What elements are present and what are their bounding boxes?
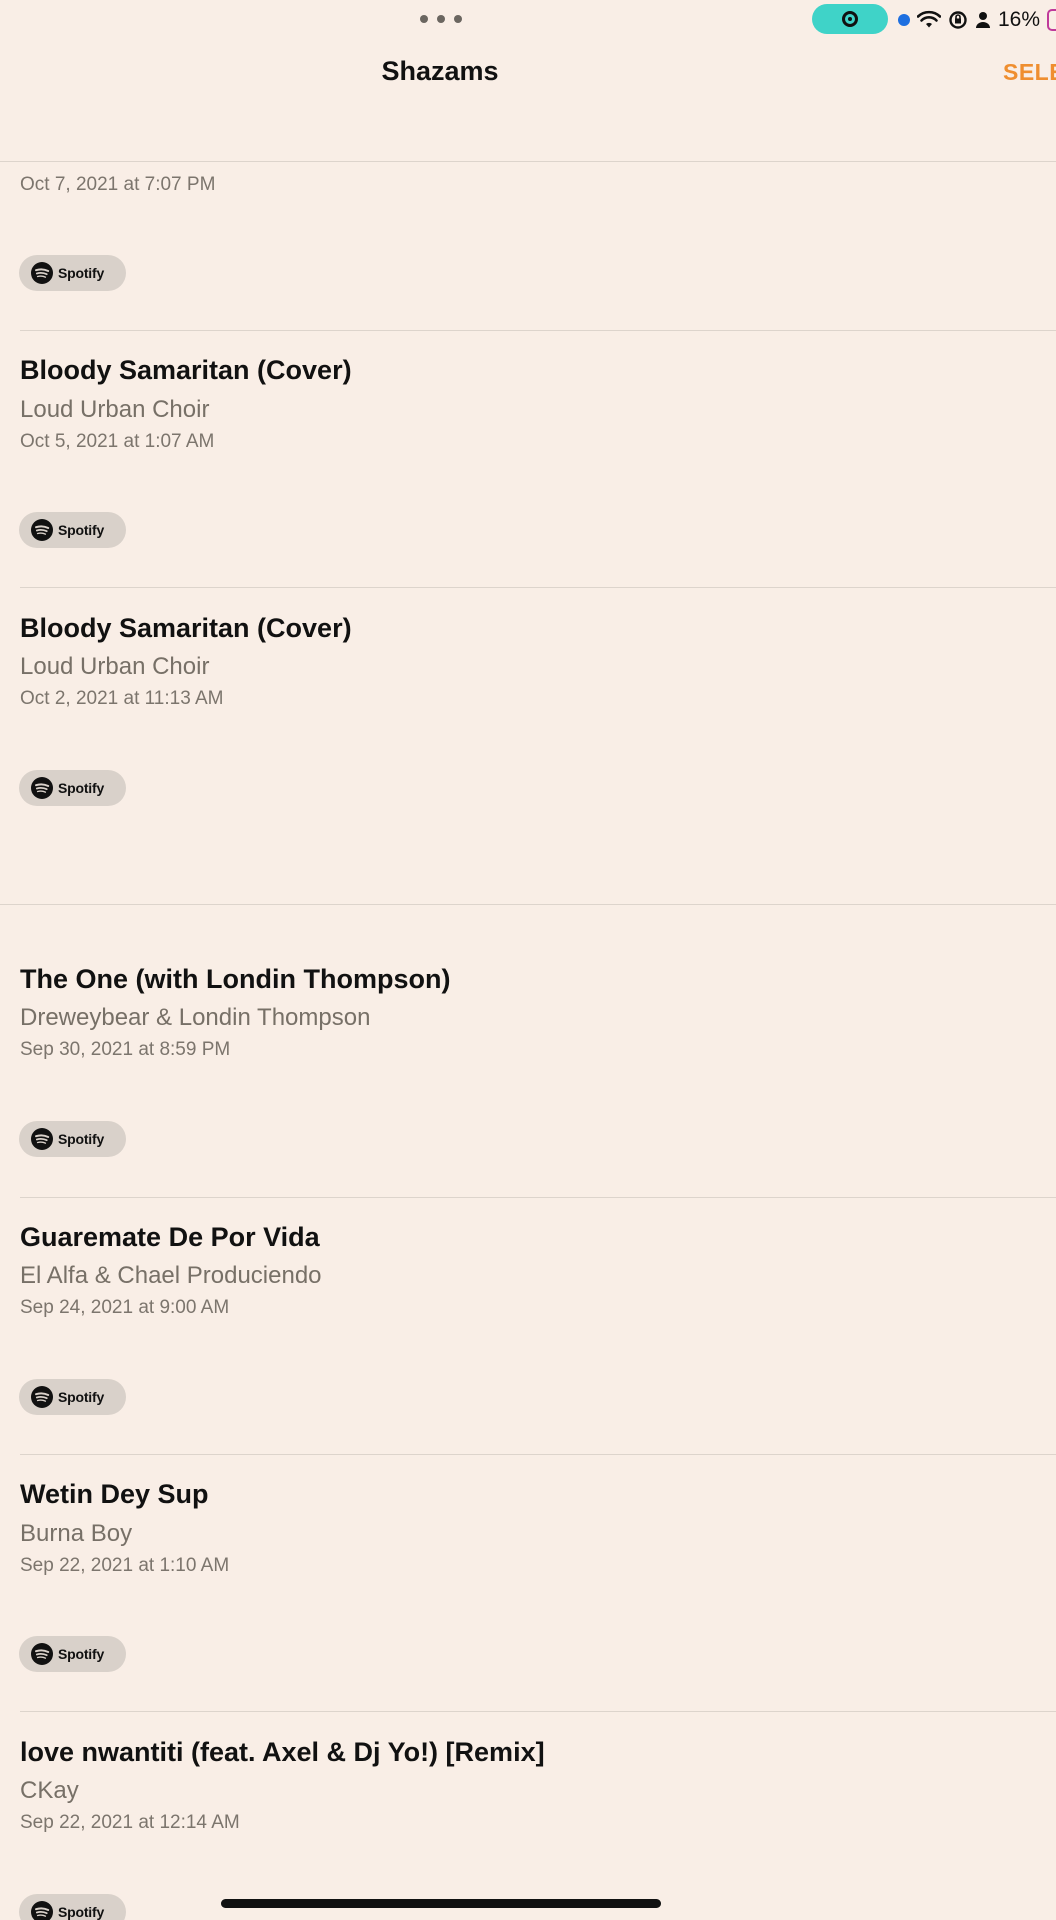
section-divider (0, 904, 1056, 905)
status-bar: 16% (0, 0, 1056, 40)
screen-recording-icon[interactable] (812, 4, 888, 34)
battery-percent: 16% (998, 8, 1041, 31)
battery-icon (1047, 9, 1056, 31)
spotify-label: Spotify (58, 1646, 105, 1662)
track-artist: Loud Urban Choir (20, 653, 210, 680)
wifi-icon (917, 10, 941, 28)
track-artist: Burna Boy (20, 1520, 133, 1547)
spotify-button[interactable]: Spotify (19, 1121, 126, 1157)
track-date: Sep 22, 2021 at 1:10 AM (20, 1555, 230, 1576)
person-icon (976, 12, 990, 28)
spotify-button[interactable]: Spotify (19, 1636, 126, 1672)
spotify-button[interactable]: Spotify (19, 1894, 126, 1920)
spotify-button[interactable]: Spotify (19, 770, 126, 806)
spotify-label: Spotify (58, 780, 105, 796)
track-date: Oct 2, 2021 at 11:13 AM (20, 688, 224, 709)
spotify-icon (31, 1386, 53, 1408)
track-artist: El Alfa & Chael Produciendo (20, 1262, 322, 1289)
spotify-icon (31, 1901, 53, 1920)
spotify-icon (31, 777, 53, 799)
home-indicator[interactable] (221, 1899, 661, 1908)
spotify-icon (31, 1128, 53, 1150)
track-artist: Loud Urban Choir (20, 396, 210, 423)
row-divider (20, 1711, 1056, 1712)
track-title[interactable]: love nwantiti (feat. Axel & Dj Yo!) [Rem… (20, 1737, 545, 1768)
track-title[interactable]: Wetin Dey Sup (20, 1479, 209, 1510)
track-date: Oct 5, 2021 at 1:07 AM (20, 431, 215, 452)
spotify-label: Spotify (58, 1904, 105, 1920)
track-date: Sep 30, 2021 at 8:59 PM (20, 1039, 231, 1060)
multitask-dots-icon[interactable] (420, 14, 462, 24)
spotify-label: Spotify (58, 1131, 105, 1147)
row-divider (20, 1454, 1056, 1455)
row-divider (20, 587, 1056, 588)
header-divider (0, 161, 1056, 162)
dot (420, 15, 428, 23)
status-indicators: 16% (898, 6, 1056, 34)
page-title: Shazams (381, 56, 499, 86)
dot (437, 15, 445, 23)
spotify-button[interactable]: Spotify (19, 255, 126, 291)
row-divider (20, 330, 1056, 331)
spotify-label: Spotify (58, 1389, 105, 1405)
spotify-icon (31, 1643, 53, 1665)
orientation-lock-icon (949, 11, 967, 29)
record-ring-icon (842, 11, 858, 27)
track-artist: CKay (20, 1777, 79, 1804)
track-title[interactable]: Bloody Samaritan (Cover) (20, 613, 352, 644)
track-date: Sep 24, 2021 at 9:00 AM (20, 1297, 230, 1318)
track-title[interactable]: Guaremate De Por Vida (20, 1222, 320, 1253)
spotify-icon (31, 262, 53, 284)
spotify-icon (31, 519, 53, 541)
track-artist: Dreweybear & Londin Thompson (20, 1004, 371, 1031)
location-dot-icon (898, 14, 910, 26)
track-title[interactable]: The One (with Londin Thompson) (20, 964, 450, 995)
track-date: Sep 22, 2021 at 12:14 AM (20, 1812, 240, 1833)
track-title[interactable]: Bloody Samaritan (Cover) (20, 355, 352, 386)
track-date: Oct 7, 2021 at 7:07 PM (20, 174, 216, 195)
row-divider (20, 1197, 1056, 1198)
select-button[interactable]: SELE (1003, 59, 1056, 86)
spotify-button[interactable]: Spotify (19, 1379, 126, 1415)
spotify-button[interactable]: Spotify (19, 512, 126, 548)
shazams-screen: 16% Shazams SELE Oct 7, 2021 at 7:07 PM … (0, 0, 1056, 1920)
spotify-label: Spotify (58, 265, 105, 281)
dot (454, 15, 462, 23)
spotify-label: Spotify (58, 522, 105, 538)
